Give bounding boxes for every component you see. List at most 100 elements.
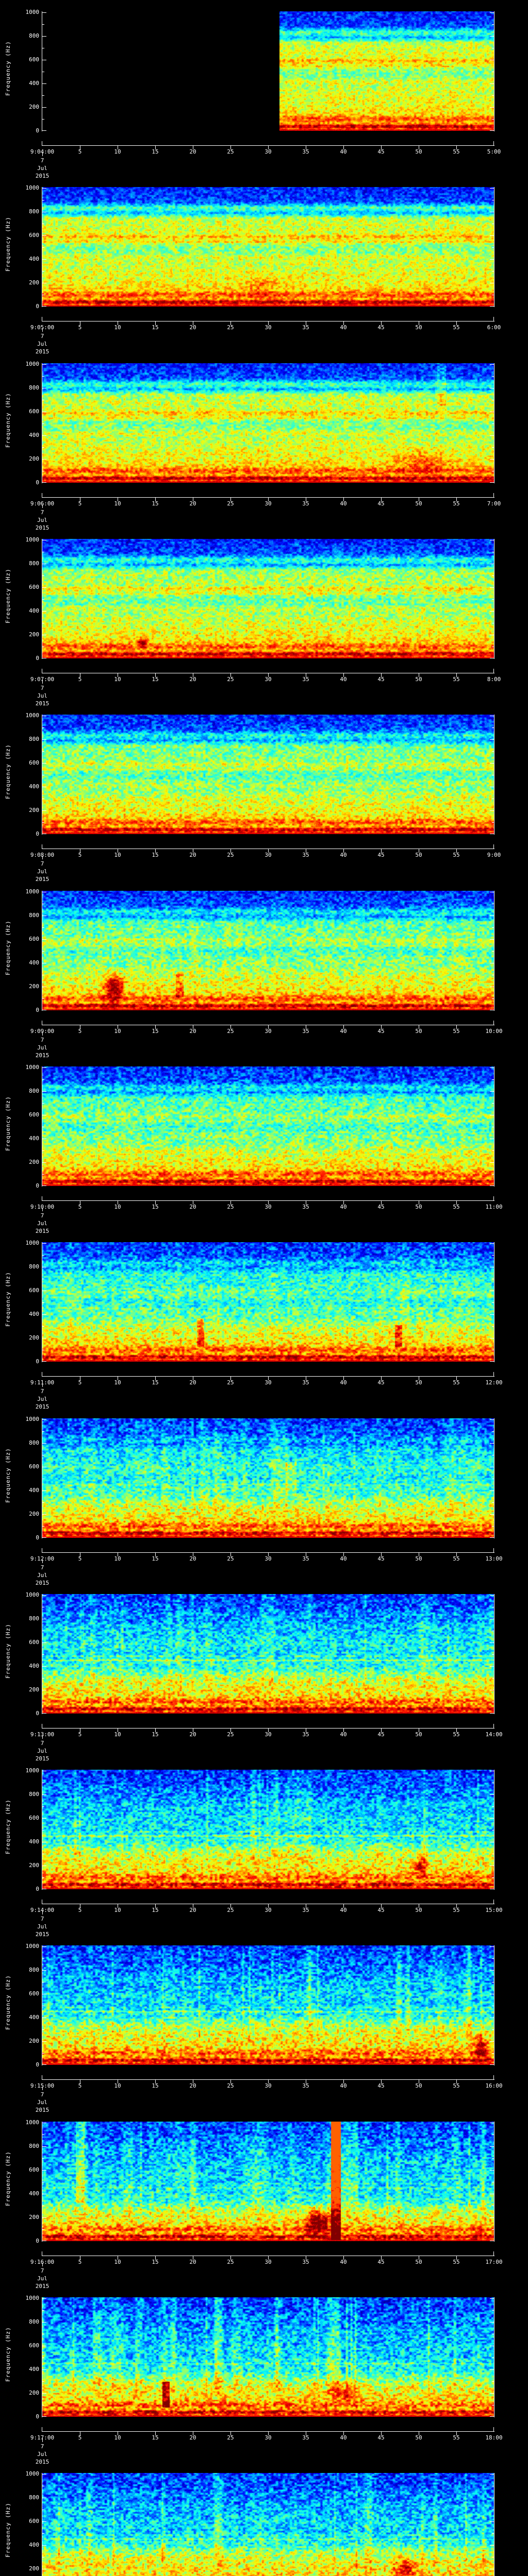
date-level-tick — [42, 1735, 43, 1739]
y-minor-tick — [492, 1654, 494, 1655]
x-tick-label: 5 — [64, 1204, 95, 1210]
date-level-tick — [42, 1560, 43, 1563]
y-major-tick — [42, 2416, 46, 2417]
y-major-tick — [42, 587, 46, 588]
y-minor-tick — [42, 1302, 44, 1303]
date-label-month: Jul — [18, 165, 67, 172]
x-tick-label: 20 — [177, 2083, 208, 2089]
spectrogram-canvas — [42, 11, 494, 131]
spectrogram-canvas — [42, 2473, 494, 2576]
y-minor-tick — [492, 951, 494, 952]
x-tick-label: 35 — [290, 1907, 321, 1913]
y-major-tick — [42, 459, 46, 460]
x-tick-label: 35 — [290, 2435, 321, 2441]
x-tick-label: 30 — [253, 1028, 284, 1035]
y-minor-tick — [42, 1502, 44, 1503]
date-level-tick — [42, 504, 43, 508]
y-tick-label: 400 — [0, 2542, 39, 2548]
x-tick-label: 25 — [215, 2435, 246, 2441]
x-tick-label: 55 — [441, 1380, 472, 1386]
x-end-tick — [493, 1372, 494, 1376]
y-tick-label: 1000 — [0, 1768, 39, 1774]
y-major-tick — [490, 130, 494, 131]
y-axis-title: Frequency (Hz) — [5, 568, 11, 623]
y-minor-tick — [492, 1958, 494, 1959]
y-tick-label: 800 — [0, 1264, 39, 1270]
y-tick-label: 1000 — [0, 9, 39, 15]
x-tick-label: 15 — [140, 1380, 171, 1386]
x-tick-label: 55 — [441, 1907, 472, 1913]
x-tick-label: 35 — [290, 2259, 321, 2265]
date-level-tick — [42, 1911, 43, 1914]
y-tick-label: 1000 — [0, 2471, 39, 2477]
y-tick-label: 0 — [0, 480, 39, 486]
y-major-tick — [490, 1243, 494, 1244]
x-tick-label: 40 — [328, 325, 359, 331]
y-major-tick — [490, 2369, 494, 2370]
y-major-tick — [490, 1091, 494, 1092]
x-tick-label: 35 — [290, 852, 321, 858]
x-tick-label: 45 — [366, 1380, 397, 1386]
y-minor-tick — [492, 1526, 494, 1527]
y-minor-tick — [492, 1326, 494, 1327]
date-label-year: 2015 — [18, 701, 67, 707]
y-major-tick — [490, 939, 494, 940]
date-level-tick — [42, 2263, 43, 2266]
y-major-tick — [42, 1666, 46, 1667]
y-major-tick — [490, 763, 494, 764]
y-major-tick — [42, 83, 46, 84]
y-minor-tick — [42, 1958, 44, 1959]
y-major-tick — [490, 1642, 494, 1643]
x-tick-label: 35 — [290, 2083, 321, 2089]
y-tick-label: 200 — [0, 1335, 39, 1341]
x-tick-label: 20 — [177, 1907, 208, 1913]
date-label-year: 2015 — [18, 173, 67, 179]
y-tick-label: 200 — [0, 632, 39, 638]
y-minor-tick — [492, 927, 494, 928]
date-label-month: Jul — [18, 1221, 67, 1227]
x-tick-label: 40 — [328, 1556, 359, 1562]
y-tick-label: 800 — [0, 2495, 39, 2501]
date-label-month: Jul — [18, 341, 67, 347]
y-major-tick — [42, 1794, 46, 1795]
y-major-tick — [490, 1419, 494, 1420]
spectrogram-canvas — [42, 539, 494, 658]
x-tick-label: 20 — [177, 1028, 208, 1035]
x-tick-label: 50 — [403, 2259, 434, 2265]
spectrogram-panel: Frequency (Hz) 9:13:00 14:00 7 Jul 2015 … — [0, 1594, 528, 1770]
y-tick-label: 0 — [0, 1535, 39, 1541]
y-major-tick — [42, 107, 46, 108]
date-level-tick — [42, 2087, 43, 2090]
y-minor-tick — [492, 1830, 494, 1831]
x-end-time-label: 6:00 — [469, 325, 519, 331]
y-tick-label: 800 — [0, 736, 39, 742]
y-minor-tick — [492, 822, 494, 823]
x-end-time-label: 5:00 — [469, 149, 519, 155]
x-tick-label: 5 — [64, 1907, 95, 1913]
x-tick-label: 45 — [366, 149, 397, 155]
y-tick-label: 600 — [0, 57, 39, 63]
date-label-day: 7 — [18, 2444, 67, 2450]
y-tick-label: 800 — [0, 2319, 39, 2325]
y-minor-tick — [42, 2029, 44, 2030]
y-major-tick — [42, 1514, 46, 1515]
x-tick-label: 10 — [102, 1556, 133, 1562]
x-tick-label: 20 — [177, 2435, 208, 2441]
date-label-month: Jul — [18, 517, 67, 523]
y-major-tick — [42, 130, 46, 131]
x-end-time-label: 18:00 — [469, 2435, 519, 2441]
y-tick-label: 400 — [0, 432, 39, 438]
x-tick-label: 40 — [328, 149, 359, 155]
y-minor-tick — [492, 2381, 494, 2382]
x-tick-label: 5 — [64, 1028, 95, 1035]
y-minor-tick — [492, 1255, 494, 1256]
y-major-tick — [490, 2545, 494, 2546]
y-minor-tick — [42, 1877, 44, 1878]
y-axis-title: Frequency (Hz) — [5, 920, 11, 975]
y-minor-tick — [492, 2029, 494, 2030]
x-tick-label: 20 — [177, 1204, 208, 1210]
y-major-tick — [42, 939, 46, 940]
x-tick-label: 40 — [328, 2259, 359, 2265]
y-tick-label: 0 — [0, 831, 39, 837]
date-label-month: Jul — [18, 1572, 67, 1579]
